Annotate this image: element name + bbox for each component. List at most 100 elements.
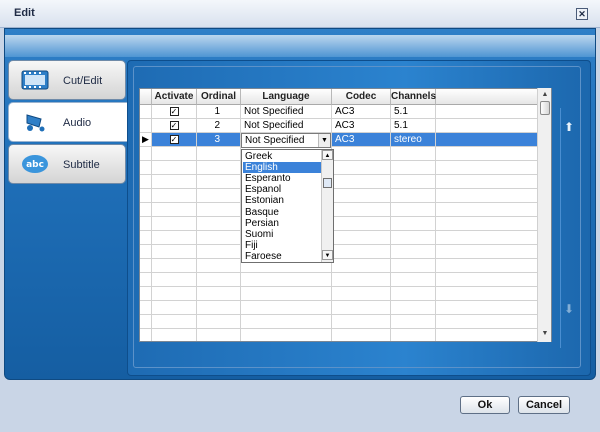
scroll-down-icon[interactable]: ▼ xyxy=(539,328,551,340)
row-header[interactable] xyxy=(140,105,152,119)
codec-cell: AC3 xyxy=(332,105,391,119)
row-header[interactable] xyxy=(140,119,152,133)
column-header-language[interactable]: Language xyxy=(241,89,332,105)
scroll-up-icon[interactable]: ▲ xyxy=(539,89,551,101)
activate-cell[interactable]: ✓ xyxy=(152,133,197,147)
empty-cell xyxy=(436,133,539,147)
empty-grid-cell xyxy=(197,301,241,315)
empty-grid-cell xyxy=(436,287,539,301)
empty-grid-cell xyxy=(140,147,152,161)
scroll-up-icon[interactable]: ▲ xyxy=(322,150,333,160)
empty-grid-cell xyxy=(332,315,391,329)
dropdown-option[interactable]: Espanol xyxy=(243,184,322,195)
empty-grid-cell xyxy=(140,273,152,287)
channels-cell: 5.1 xyxy=(391,119,436,133)
empty-grid-cell xyxy=(332,245,391,259)
tab-audio[interactable]: Audio xyxy=(8,102,128,142)
svg-text:abc: abc xyxy=(26,160,44,170)
move-up-arrow-icon[interactable]: ⬆ xyxy=(564,120,574,134)
column-header-codec[interactable]: Codec xyxy=(332,89,391,105)
empty-grid-cell xyxy=(241,273,332,287)
empty-grid-cell xyxy=(332,301,391,315)
empty-grid-cell xyxy=(436,189,539,203)
column-header-channels[interactable]: Channels xyxy=(391,89,436,105)
column-header-ordinal[interactable]: Ordinal xyxy=(197,89,241,105)
empty-grid-cell xyxy=(436,231,539,245)
empty-grid-cell xyxy=(241,329,332,341)
empty-grid-cell xyxy=(197,175,241,189)
activate-checkbox[interactable]: ✓ xyxy=(169,134,179,144)
empty-grid-cell xyxy=(436,203,539,217)
ok-button[interactable]: Ok xyxy=(460,396,510,414)
empty-grid-cell xyxy=(140,301,152,315)
empty-grid-cell xyxy=(140,189,152,203)
empty-grid-cell xyxy=(391,175,436,189)
codec-cell: AC3 xyxy=(332,119,391,133)
chevron-down-icon[interactable]: ▼ xyxy=(318,134,330,147)
empty-grid-cell xyxy=(332,259,391,273)
empty-grid-cell xyxy=(197,273,241,287)
dropdown-option-highlighted[interactable]: English xyxy=(243,162,322,174)
empty-grid-cell xyxy=(436,147,539,161)
audio-track-grid: Activate Ordinal Language Codec Channels… xyxy=(139,88,552,342)
activate-cell[interactable]: ✓ xyxy=(152,119,197,133)
dropdown-scrollbar[interactable]: ▲ ▼ xyxy=(321,150,333,262)
empty-grid-cell xyxy=(391,259,436,273)
empty-grid-cell xyxy=(391,217,436,231)
activate-checkbox[interactable]: ✓ xyxy=(169,120,179,130)
close-icon[interactable]: ✕ xyxy=(576,8,588,20)
activate-cell[interactable]: ✓ xyxy=(152,105,197,119)
language-cell[interactable]: Not Specified xyxy=(241,105,332,119)
empty-grid-cell xyxy=(140,259,152,273)
dropdown-option[interactable]: Persian xyxy=(243,218,322,229)
scrollbar-thumb[interactable] xyxy=(540,101,550,115)
dropdown-option[interactable]: Esperanto xyxy=(243,173,322,184)
empty-grid-cell xyxy=(140,231,152,245)
column-header-activate[interactable]: Activate xyxy=(152,89,197,105)
language-dropdown-list: Greek English Esperanto Espanol Estonian… xyxy=(241,149,334,263)
dropdown-option[interactable]: Fiji xyxy=(243,240,322,251)
empty-grid-cell xyxy=(197,231,241,245)
move-down-arrow-icon[interactable]: ⬇ xyxy=(564,302,574,316)
language-combobox[interactable]: Not Specified ▼ xyxy=(241,133,331,148)
dropdown-option[interactable]: Suomi xyxy=(243,229,322,240)
dropdown-option[interactable]: Faroese xyxy=(243,251,322,262)
empty-grid-cell xyxy=(152,217,197,231)
dropdown-option[interactable]: Estonian xyxy=(243,195,322,206)
empty-grid-cell xyxy=(152,189,197,203)
dropdown-scroll-thumb[interactable] xyxy=(323,178,332,188)
empty-grid-cell xyxy=(436,329,539,341)
tab-subtitle[interactable]: abc Subtitle xyxy=(8,144,126,184)
dropdown-option[interactable]: Basque xyxy=(243,207,322,218)
empty-grid-cell xyxy=(391,245,436,259)
empty-grid-cell xyxy=(332,217,391,231)
empty-grid-cell xyxy=(436,273,539,287)
empty-grid-cell xyxy=(152,203,197,217)
activate-checkbox[interactable]: ✓ xyxy=(169,106,179,116)
empty-grid-cell xyxy=(197,287,241,301)
dropdown-option[interactable]: Greek xyxy=(243,151,322,162)
language-cell[interactable]: Not Specified xyxy=(241,119,332,133)
scroll-down-icon[interactable]: ▼ xyxy=(322,250,333,260)
tab-cut-edit[interactable]: Cut/Edit xyxy=(8,60,126,100)
empty-grid-cell xyxy=(391,147,436,161)
empty-grid-cell xyxy=(152,273,197,287)
empty-grid-cell xyxy=(436,161,539,175)
grid-scrollbar[interactable]: ▲ ▼ xyxy=(537,88,551,342)
cancel-button[interactable]: Cancel xyxy=(518,396,570,414)
tab-label: Cut/Edit xyxy=(63,75,103,87)
empty-grid-cell xyxy=(436,301,539,315)
empty-grid-cell xyxy=(197,259,241,273)
empty-grid-cell xyxy=(152,147,197,161)
empty-grid-cell xyxy=(140,175,152,189)
ordinal-cell: 1 xyxy=(197,105,241,119)
channels-cell: 5.1 xyxy=(391,105,436,119)
row-header-corner xyxy=(140,89,152,105)
empty-grid-cell xyxy=(197,329,241,341)
empty-grid-cell xyxy=(332,147,391,161)
column-header-empty xyxy=(436,89,539,105)
empty-grid-cell xyxy=(391,203,436,217)
empty-grid-cell xyxy=(152,245,197,259)
row-marker[interactable]: ▶ xyxy=(140,133,152,147)
empty-grid-cell xyxy=(332,189,391,203)
